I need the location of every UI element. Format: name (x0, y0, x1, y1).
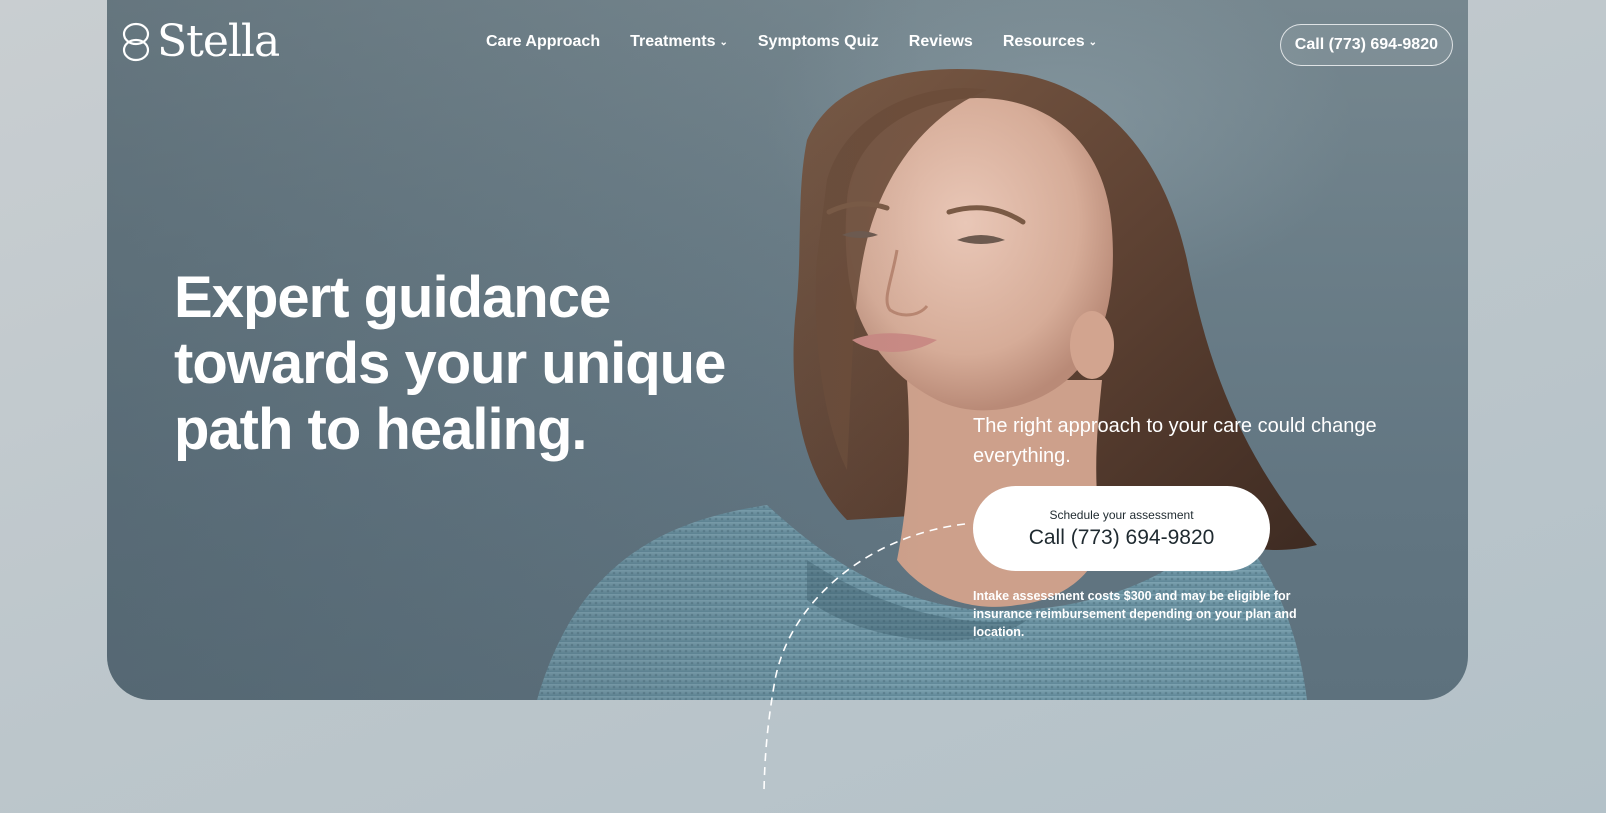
nav-item-label: Reviews (908, 33, 973, 50)
cta-small-label: Schedule your assessment (1049, 508, 1194, 522)
hero-tagline: The right approach to your care could ch… (973, 415, 1377, 467)
brand-logo[interactable]: Stella (121, 16, 280, 67)
nav-item-label: Care Approach (486, 33, 601, 50)
hero-headline: Expert guidance towards your unique path… (174, 265, 726, 462)
hero-section: Stella Care Approach Treatments ⌄ Sympto… (107, 0, 1468, 700)
nav-item-reviews[interactable]: Reviews (909, 33, 973, 51)
top-navigation: Stella Care Approach Treatments ⌄ Sympto… (107, 0, 1468, 88)
nav-item-treatments[interactable]: Treatments ⌄ (630, 33, 728, 51)
chevron-down-icon: ⌄ (719, 37, 728, 48)
nav-item-symptoms-quiz[interactable]: Symptoms Quiz (758, 33, 879, 51)
nav-item-label: Resources (1002, 33, 1085, 50)
nav-links: Care Approach Treatments ⌄ Symptoms Quiz… (486, 33, 1097, 51)
chevron-down-icon: ⌄ (1088, 37, 1098, 48)
brand-name: Stella (157, 16, 280, 67)
header-call-button[interactable]: Call (773) 694-9820 (1279, 24, 1453, 66)
nav-item-label: Symptoms Quiz (757, 33, 879, 50)
pricing-disclaimer: Intake assessment costs $300 and may be … (973, 589, 1297, 639)
nav-item-care-approach[interactable]: Care Approach (486, 33, 600, 51)
interlocking-rings-icon (122, 22, 150, 62)
nav-item-resources[interactable]: Resources ⌄ (1003, 33, 1097, 51)
nav-item-label: Treatments (630, 33, 716, 50)
schedule-assessment-button[interactable]: Schedule your assessment Call (773) 694-… (973, 486, 1270, 571)
cta-phone: Call (773) 694-9820 (1028, 526, 1215, 549)
